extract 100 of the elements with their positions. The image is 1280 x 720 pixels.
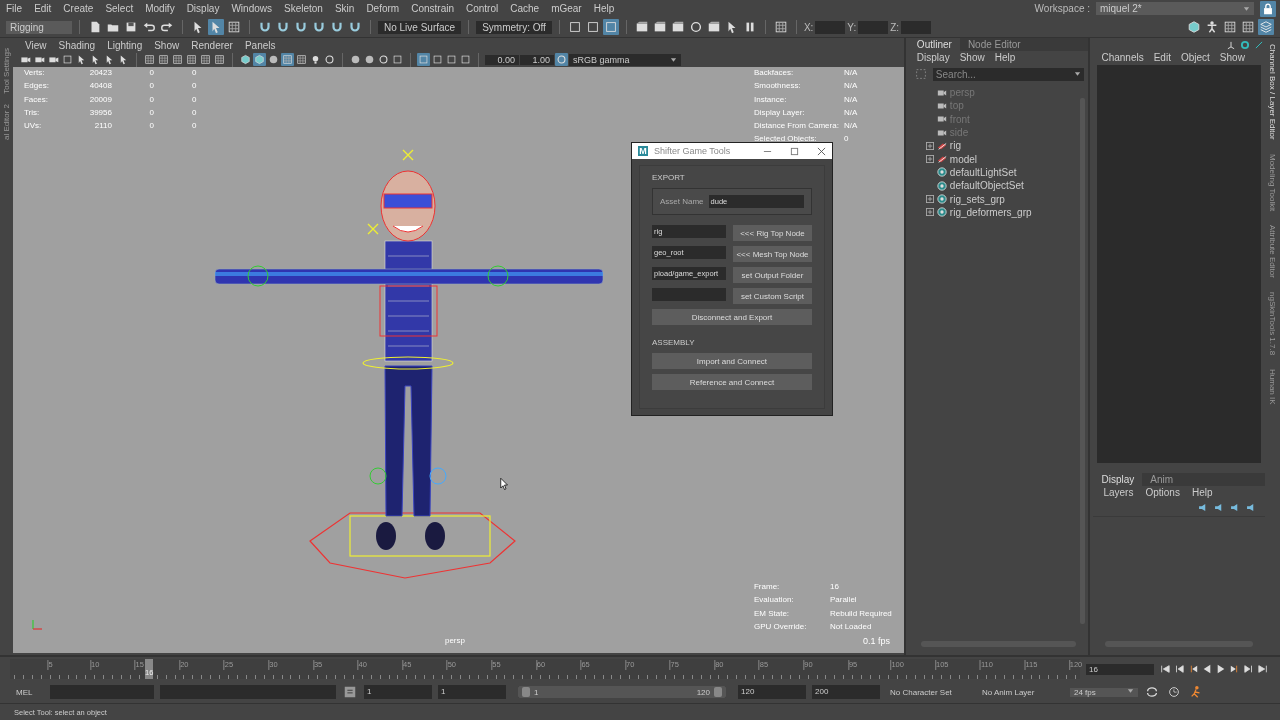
script-editor-icon[interactable] — [342, 684, 358, 700]
export-button[interactable]: Disconnect and Export — [651, 309, 812, 325]
menu-item[interactable]: Create — [57, 3, 100, 14]
panel-menu-item[interactable]: Panels — [238, 39, 282, 51]
menu-item[interactable]: Modify — [139, 3, 181, 14]
live-surface-field[interactable]: No Live Surface — [378, 20, 462, 34]
character-set-dropdown[interactable]: No Character Set — [886, 687, 972, 697]
menu-item[interactable]: File — [4, 3, 29, 14]
coordinate-field[interactable] — [815, 20, 846, 34]
grid-icon[interactable] — [212, 53, 226, 66]
menu-item[interactable]: Control — [460, 3, 505, 14]
menu-item[interactable]: Cache — [504, 3, 546, 14]
ring-icon[interactable] — [322, 53, 336, 66]
input-field[interactable] — [651, 288, 726, 301]
connect-button[interactable]: Reference and Connect — [651, 374, 812, 390]
layer-menu-item[interactable]: Help — [1185, 487, 1219, 498]
caret-icon[interactable] — [1127, 687, 1134, 694]
script-language-label[interactable]: MEL — [6, 687, 44, 697]
start-frame-field[interactable]: 1 — [364, 685, 432, 699]
current-frame-field[interactable]: 16 — [1086, 663, 1154, 675]
menu-set-dropdown[interactable]: Rigging — [6, 20, 72, 34]
menu-item[interactable]: Windows — [225, 3, 278, 14]
grid-icon[interactable] — [142, 53, 156, 66]
panel-menu-item[interactable]: Show — [148, 39, 186, 51]
outliner-item[interactable]: rig_deformers_grp — [908, 205, 1081, 219]
square-icon[interactable] — [458, 53, 472, 66]
expand-icon[interactable] — [925, 208, 934, 217]
playback-start-field[interactable]: 1 — [438, 685, 506, 699]
range-handle[interactable] — [522, 687, 530, 697]
channel-menu-item[interactable]: Edit — [1149, 52, 1177, 63]
cube-icon[interactable] — [1186, 19, 1202, 35]
square-icon[interactable] — [416, 53, 430, 66]
menu-item[interactable]: Edit — [28, 3, 58, 14]
step-forward-icon[interactable] — [1230, 664, 1240, 674]
loop-icon[interactable] — [1144, 684, 1160, 700]
outliner-item[interactable]: rig_sets_grp — [908, 192, 1081, 206]
coordinate-field[interactable] — [858, 20, 889, 34]
grid-icon[interactable] — [280, 53, 294, 66]
layer-menu-item[interactable]: Options — [1139, 487, 1186, 498]
layer-menu-item[interactable]: Layers — [1097, 487, 1140, 498]
color-space-dropdown[interactable]: sRGB gamma — [568, 53, 681, 66]
channel-menu-item[interactable]: Channels — [1097, 52, 1150, 63]
menu-item[interactable]: Skin — [328, 3, 361, 14]
menu-item[interactable]: Select — [99, 3, 140, 14]
go-to-start-icon[interactable] — [1160, 664, 1170, 674]
outliner-item[interactable]: defaultLightSet — [908, 165, 1081, 180]
gamma-field[interactable]: 1.00 — [519, 54, 554, 65]
grid-icon[interactable] — [170, 53, 184, 66]
symmetry-dropdown[interactable]: Symmetry: Off — [476, 20, 552, 34]
square-icon[interactable] — [390, 53, 404, 66]
search-field[interactable]: Search... — [932, 67, 1085, 81]
side-tab[interactable]: Human IK — [1268, 368, 1277, 405]
outliner-menu-item[interactable]: Show — [955, 52, 991, 63]
panel-tab[interactable]: Outliner — [908, 38, 960, 51]
caret-icon[interactable] — [1243, 5, 1250, 12]
expand-icon[interactable] — [925, 155, 934, 164]
grid-icon[interactable] — [156, 53, 170, 66]
workspace-dropdown[interactable]: miquel 2* — [1096, 2, 1254, 15]
go-to-end-icon[interactable] — [1258, 664, 1268, 674]
panel-menu-item[interactable]: Renderer — [185, 39, 239, 51]
cube-icon[interactable] — [252, 53, 266, 66]
grid-icon[interactable] — [294, 53, 308, 66]
set-button[interactable]: set Custom Script — [732, 288, 812, 304]
square-icon[interactable] — [444, 53, 458, 66]
menu-item[interactable]: mGear — [545, 3, 588, 14]
side-tab[interactable]: Channel Box / Layer Editor — [1268, 44, 1277, 140]
square-icon[interactable] — [60, 53, 74, 66]
grid-icon[interactable] — [226, 19, 242, 35]
grid-icon[interactable] — [1222, 19, 1238, 35]
channel-menu-item[interactable]: Show — [1215, 52, 1251, 63]
previous-key-icon[interactable] — [1174, 664, 1184, 674]
outliner-item[interactable]: rig — [908, 139, 1081, 153]
coordinate-field[interactable] — [901, 20, 932, 34]
grid-icon[interactable] — [184, 53, 198, 66]
step-back-icon[interactable] — [1188, 664, 1198, 674]
panel-menu-item[interactable]: Shading — [52, 39, 102, 51]
side-tab[interactable]: Modeling Toolkit — [1268, 153, 1277, 211]
end-frame-field[interactable]: 200 — [812, 685, 880, 699]
square-icon[interactable] — [602, 19, 619, 35]
exposure-field[interactable]: 0.00 — [484, 54, 519, 65]
menu-item[interactable]: Help — [587, 3, 621, 14]
command-field[interactable] — [50, 685, 154, 699]
grid-icon[interactable] — [1240, 19, 1256, 35]
panel-menu-item[interactable]: Lighting — [101, 39, 149, 51]
panel-menu-item[interactable]: View — [18, 39, 53, 51]
play-backward-icon[interactable] — [1202, 664, 1212, 674]
caret-icon[interactable] — [1074, 71, 1082, 77]
next-key-icon[interactable] — [1244, 664, 1254, 674]
menu-item[interactable]: Display — [180, 3, 226, 14]
clock-icon[interactable] — [1166, 684, 1182, 700]
set-button[interactable]: set Output Folder — [732, 267, 812, 283]
set-button[interactable]: <<< Rig Top Node — [732, 225, 812, 241]
ring-icon[interactable] — [376, 53, 390, 66]
outliner-item[interactable]: model — [908, 152, 1081, 166]
grid-icon[interactable] — [198, 53, 212, 66]
expand-icon[interactable] — [925, 141, 934, 150]
menu-item[interactable]: Skeleton — [278, 3, 329, 14]
menu-item[interactable]: Deform — [360, 3, 406, 14]
side-tab[interactable]: ngSkinTools 1.7.8 — [1268, 291, 1277, 355]
outliner-menu-item[interactable]: Display — [912, 52, 956, 63]
